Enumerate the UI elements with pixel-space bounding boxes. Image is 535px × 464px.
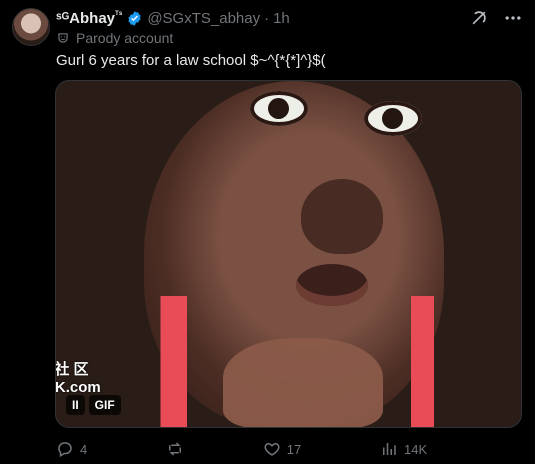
tweet-text: Gurl 6 years for a law school $~^{*{*]^}… (56, 52, 326, 69)
verified-badge-icon (128, 10, 141, 26)
separator-dot: · (264, 9, 270, 27)
right-eye-image (364, 101, 422, 136)
parody-label: Parody account (56, 30, 173, 46)
gif-controls: II GIF (66, 395, 121, 415)
parody-mask-icon (58, 33, 68, 43)
gif-label: GIF (88, 395, 121, 415)
display-name-superscript: ᵀˢ (115, 9, 123, 19)
nose-image (301, 179, 383, 254)
like-count: 17 (286, 441, 302, 457)
reply-count: 4 (80, 441, 88, 457)
top-actions (469, 8, 523, 28)
views-count: 14K (404, 441, 428, 457)
watermark-chinese-text: 留 园 社 区 (55, 361, 89, 378)
grok-icon[interactable] (469, 8, 489, 28)
repost-icon (169, 442, 182, 456)
handle[interactable]: @SGxTS_abhay (147, 10, 260, 27)
reply-button[interactable]: 4 (56, 440, 87, 458)
timestamp[interactable]: 1h (273, 10, 290, 27)
gif-media[interactable]: 留 园 社 区 6PARK.com II GIF (55, 80, 522, 428)
pause-button[interactable]: II (66, 395, 85, 415)
left-eye-image (250, 91, 308, 126)
like-button[interactable]: 17 (263, 440, 301, 458)
more-options-icon[interactable] (503, 8, 523, 28)
hands-image (223, 338, 383, 427)
views-icon (383, 443, 396, 455)
avatar[interactable] (12, 8, 50, 46)
tweet-actions: 4 17 14K (56, 438, 522, 460)
tweet-header: ˢᴳAbhayᵀˢ @SGxTS_abhay · 1h (56, 8, 290, 28)
parody-account-text: Parody account (76, 30, 174, 46)
display-name[interactable]: ˢᴳAbhayᵀˢ (56, 9, 122, 27)
reply-icon (58, 442, 72, 458)
heart-icon (264, 442, 280, 456)
views-button[interactable]: 14K (380, 440, 427, 458)
watermark: 留 园 社 区 6PARK.com (55, 361, 101, 397)
display-name-text: ˢᴳAbhay (56, 10, 116, 27)
repost-button[interactable] (166, 440, 184, 458)
tweet-card: ˢᴳAbhayᵀˢ @SGxTS_abhay · 1h Parody accou… (0, 0, 535, 464)
